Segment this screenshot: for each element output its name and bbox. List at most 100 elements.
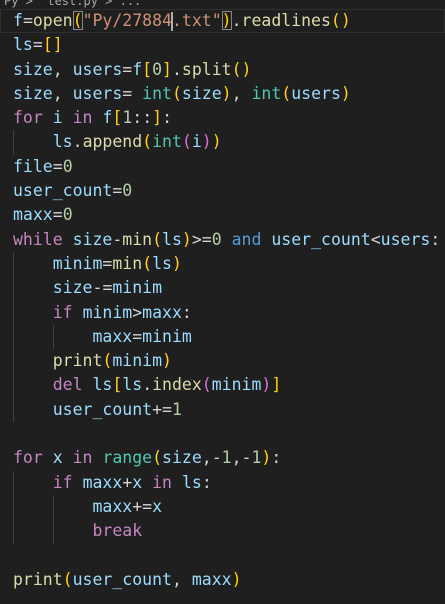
token-number: 1	[221, 448, 232, 468]
token-open-bracket: (	[171, 83, 182, 103]
indent-guide	[13, 397, 14, 423]
token-string-start: "Py/27884	[82, 11, 172, 30]
code-line-9[interactable]: maxx=0	[0, 203, 445, 227]
indent-guide	[13, 519, 14, 544]
token-print: print	[52, 351, 103, 371]
token-open-bracket: [	[142, 59, 153, 79]
code-line-22[interactable]: break	[0, 519, 445, 544]
token-close-bracket: )	[181, 229, 192, 249]
token-operator: :	[132, 108, 143, 128]
token-close-paren: )	[221, 11, 232, 30]
token-file: file	[13, 156, 53, 176]
token-operator: =	[122, 59, 133, 79]
token-f: f	[13, 11, 23, 30]
breadcrumb[interactable]: Py > test.py > ...	[0, 0, 445, 8]
code-line-12[interactable]: size-=minim	[0, 276, 445, 301]
token-ls: ls	[122, 375, 143, 395]
code-line-18[interactable]	[0, 422, 445, 446]
token-users: users	[72, 59, 123, 79]
token-user_count: user_count	[52, 399, 153, 419]
token-operator: ,	[52, 83, 63, 103]
token-minim: minim	[142, 326, 192, 346]
token-if: if	[52, 472, 73, 492]
token-user_count: user_count	[13, 181, 113, 201]
token-open-paren: (	[72, 11, 83, 30]
indent-guide	[13, 251, 14, 277]
token-operator: :	[201, 472, 212, 492]
token-number: 1	[122, 108, 133, 128]
code-line-1[interactable]: f=open("Py/27884.txt").readlines()	[0, 9, 445, 34]
token-x: x	[52, 448, 63, 468]
token-open-bracket: (	[152, 229, 163, 249]
token-operator: =	[142, 496, 153, 516]
token-operator: =	[201, 229, 212, 249]
token-for: for	[13, 448, 43, 468]
token-operator: -	[92, 278, 103, 298]
token-open-bracket: (	[142, 132, 153, 152]
token-operator: ,	[231, 83, 242, 103]
indent-guide	[13, 470, 14, 495]
token-open-bracket: (	[181, 132, 192, 152]
code-line-11[interactable]: minim=min(ls)	[0, 251, 445, 277]
token-number: 0	[62, 205, 73, 225]
token-operator: =	[132, 326, 143, 346]
code-line-3[interactable]: size, users=f[0].split()	[0, 58, 445, 82]
token-close-bracket: )	[241, 59, 252, 79]
token-int: int	[251, 83, 282, 103]
code-line-7[interactable]: file=0	[0, 155, 445, 179]
code-line-4[interactable]: size, users= int(size), int(users)	[0, 82, 445, 106]
token-ls: ls	[52, 132, 73, 152]
code-line-13[interactable]: if minim>maxx:	[0, 300, 445, 325]
code-line-24[interactable]: print(user_count, maxx)	[0, 568, 445, 592]
token-operator: :	[430, 229, 441, 249]
token-number: 1	[171, 399, 182, 419]
token-close-bracket: ]	[152, 108, 163, 128]
code-line-14[interactable]: maxx=minim	[0, 324, 445, 350]
token-operator: :	[162, 108, 172, 128]
code-line-6[interactable]: ls.append(int(i))	[0, 130, 445, 155]
token-number: 0	[211, 229, 222, 249]
token-minim: minim	[112, 351, 163, 371]
token-operator: =	[32, 35, 43, 55]
indent-guide	[52, 519, 54, 544]
token-open-bracket: [	[112, 108, 123, 128]
indent-guide	[52, 324, 54, 350]
code-line-2[interactable]: ls=[]	[0, 33, 445, 57]
token-f: f	[102, 108, 113, 128]
indent-guide	[13, 130, 14, 155]
token-operator: =	[112, 181, 123, 201]
token-operator: +	[132, 496, 143, 516]
code-line-8[interactable]: user_count=0	[0, 179, 445, 203]
indent-guide	[13, 494, 14, 520]
token-operator: ,	[52, 59, 63, 79]
token-number: 1	[251, 448, 262, 468]
token-open-bracket: (	[152, 448, 163, 468]
code-editor[interactable]: f=open("Py/27884.txt").readlines() ls=[]…	[0, 9, 445, 604]
code-line-5[interactable]: for i in f[1::]:	[0, 106, 445, 130]
token-for: for	[13, 108, 43, 128]
token-print: print	[13, 569, 63, 589]
code-line-21[interactable]: maxx+=x	[0, 494, 445, 520]
code-line-15[interactable]: print(minim)	[0, 349, 445, 374]
code-line-23[interactable]	[0, 544, 445, 568]
token-min: min	[112, 253, 143, 273]
token-open-bracket: [	[112, 375, 123, 395]
token-open-bracket: (	[231, 59, 242, 79]
code-line-10[interactable]: while size-min(ls)>=0 and user_count<use…	[0, 228, 445, 252]
token-open-bracket: (	[142, 253, 153, 273]
token-minim: minim	[82, 302, 133, 322]
indent-guide	[52, 494, 54, 520]
code-line-16[interactable]: del ls[ls.index(minim)]	[0, 373, 445, 398]
code-line-20[interactable]: if maxx+x in ls:	[0, 470, 445, 495]
token-operator: +	[122, 472, 133, 492]
token-size: size	[181, 83, 222, 103]
token-break: break	[92, 521, 143, 541]
code-line-17[interactable]: user_count+=1	[0, 397, 445, 423]
token-close-bracket: )	[231, 569, 242, 589]
token-size: size	[52, 278, 93, 298]
code-line-19[interactable]: for x in range(size,-1,-1):	[0, 446, 445, 470]
token-ls: ls	[13, 35, 33, 55]
token-readlines: readlines	[241, 11, 331, 30]
token-close-bracket: )	[201, 132, 212, 152]
token-close-bracket: )	[261, 375, 272, 395]
